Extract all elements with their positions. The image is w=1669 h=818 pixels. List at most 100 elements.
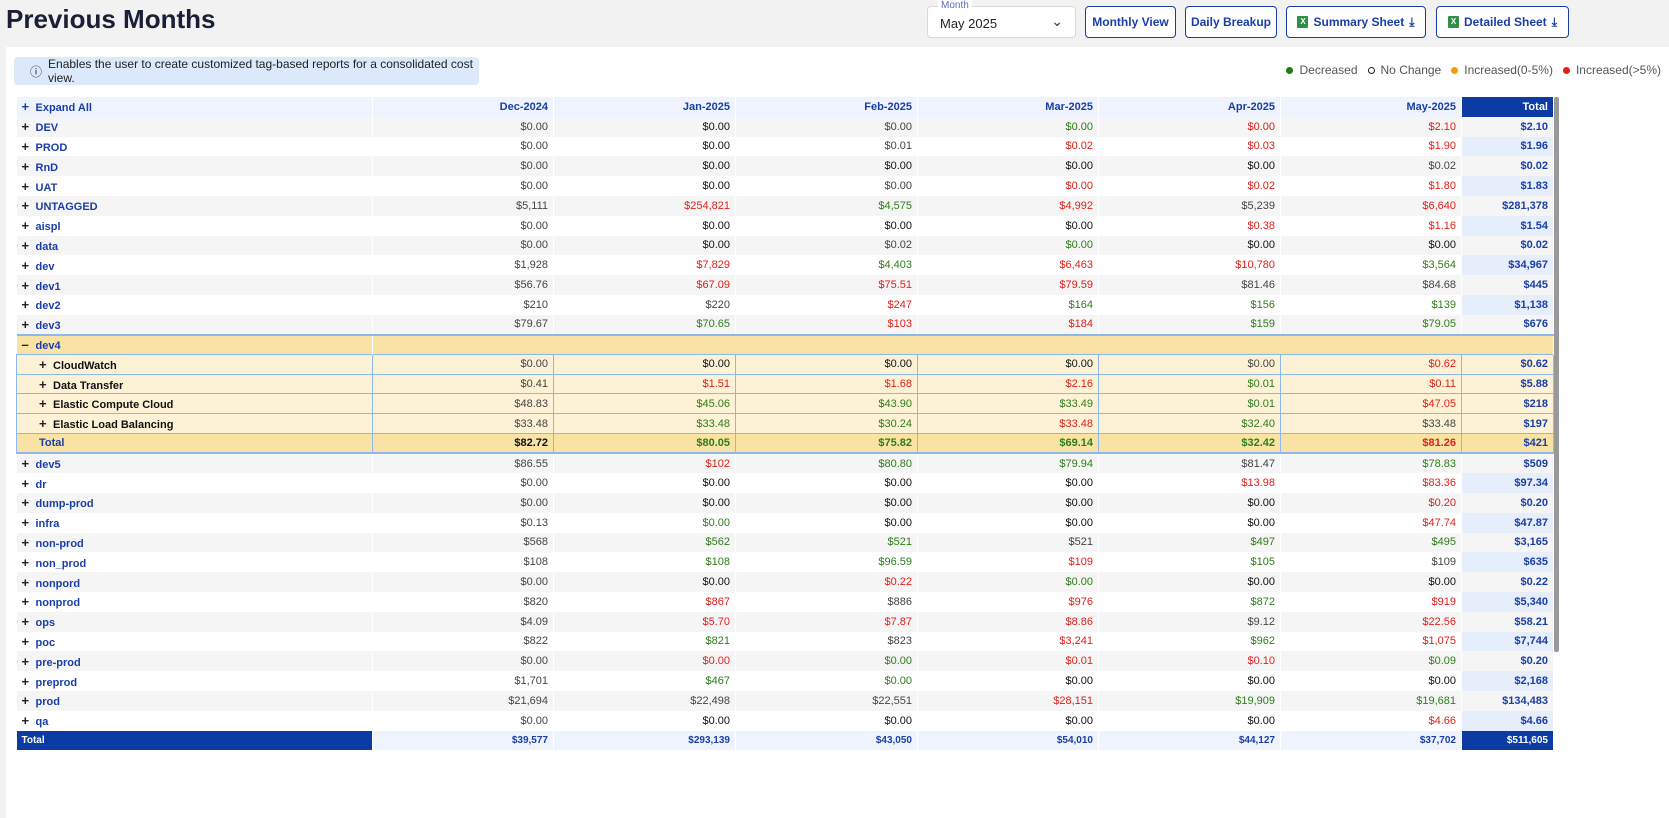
table-row[interactable]: + prod $21,694 $22,498 $22,551 $28,151 $19,909… [16,690,1554,711]
minus-icon[interactable]: – [22,337,36,352]
plus-icon[interactable]: + [22,674,36,689]
plus-icon[interactable]: + [39,416,53,431]
table-row[interactable]: + non-prod $568 $562 $521 $521 $497 $495 $3,165 [16,532,1554,553]
row-label[interactable]: + non-prod [16,532,373,553]
group-total-row[interactable]: Total $82.72 $80.05 $75.82 $69.14 $32.42 $81.2… [16,433,1554,455]
row-label[interactable]: + dev3 [16,314,373,335]
group-row[interactable]: – dev4 [16,333,1554,355]
plus-icon[interactable]: + [22,218,36,233]
row-label[interactable]: – dev4 [16,333,373,355]
plus-icon[interactable]: + [22,198,36,213]
column-header[interactable]: Dec-2024 [372,97,554,117]
plus-icon[interactable]: + [22,654,36,669]
table-row[interactable]: + nonpord $0.00 $0.00 $0.22 $0.00 $0.00 $0.00 $0… [16,572,1554,592]
plus-icon[interactable]: + [39,357,53,372]
footer-total-row[interactable]: Total $39,577 $293,139 $43,050 $54,010 $44,12… [16,730,1554,751]
table-row[interactable]: + UAT $0.00 $0.00 $0.00 $0.00 $0.02 $1.80 $1.83 [16,176,1554,196]
plus-icon[interactable]: + [22,258,36,273]
table-row[interactable]: + non_prod $108 $108 $96.59 $109 $105 $109 $635 [16,552,1554,573]
table-row[interactable]: + qa $0.00 $0.00 $0.00 $0.00 $0.00 $4.66 $4.66 [16,710,1554,731]
child-row[interactable]: + Data Transfer $0.41 $1.51 $1.68 $2.16 $0.01 $… [16,373,1554,395]
row-label[interactable]: + dr [16,473,373,493]
row-label[interactable]: + Data Transfer [16,373,373,395]
plus-icon[interactable]: + [39,396,53,411]
row-label[interactable]: + dump-prod [16,492,373,513]
plus-icon[interactable]: + [22,594,36,609]
plus-icon[interactable]: + [22,713,36,728]
row-label[interactable]: + non_prod [16,552,373,573]
column-header[interactable]: Feb-2025 [735,97,918,117]
scrollbar[interactable] [1554,97,1559,652]
table-row[interactable]: + data $0.00 $0.00 $0.02 $0.00 $0.00 $0.00 $0.02 [16,235,1554,256]
column-header[interactable]: May-2025 [1280,97,1462,117]
column-header[interactable]: Mar-2025 [917,97,1099,117]
row-label[interactable]: + CloudWatch [16,353,373,375]
summary-sheet-button[interactable]: X Summary Sheet ⤓ [1286,6,1426,38]
column-header-total[interactable]: Total [1461,97,1554,117]
row-label[interactable]: + dev2 [16,294,373,315]
table-row[interactable]: + preprod $1,701 $467 $0.00 $0.00 $0.00 $0.00 $2… [16,671,1554,691]
plus-icon[interactable]: + [22,297,36,312]
row-label[interactable]: + data [16,235,373,256]
row-label[interactable]: + UNTAGGED [16,195,373,216]
plus-icon[interactable]: + [22,575,36,590]
table-row[interactable]: + dev1 $56.76 $67.09 $75.51 $79.59 $81.46 $84.6… [16,275,1554,295]
table-row[interactable]: + dr $0.00 $0.00 $0.00 $0.00 $13.98 $83.36 $97.3… [16,473,1554,493]
row-label[interactable]: + Elastic Compute Cloud [16,393,373,415]
row-label[interactable]: Total [16,433,373,455]
table-row[interactable]: + infra $0.13 $0.00 $0.00 $0.00 $0.00 $47.74 $47… [16,512,1554,533]
table-row[interactable]: + DEV $0.00 $0.00 $0.00 $0.00 $0.00 $2.10 $2.10 [16,116,1554,137]
table-row[interactable]: + dev $1,928 $7,829 $4,403 $6,463 $10,780 $3,56… [16,255,1554,276]
row-label[interactable]: + RnD [16,156,373,177]
table-row[interactable]: + PROD $0.00 $0.00 $0.01 $0.02 $0.03 $1.90 $1.96 [16,136,1554,157]
row-label[interactable]: + prod [16,690,373,711]
plus-icon[interactable]: + [22,515,36,530]
row-label[interactable]: + qa [16,710,373,731]
plus-icon[interactable]: + [39,377,53,392]
row-label[interactable]: + aispl [16,215,373,236]
row-label[interactable]: + nonprod [16,591,373,612]
plus-icon[interactable]: + [22,317,36,332]
plus-icon[interactable]: + [22,535,36,550]
daily-breakup-button[interactable]: Daily Breakup [1185,6,1277,38]
row-label[interactable]: + dev [16,255,373,276]
row-label[interactable]: + poc [16,631,373,652]
plus-icon[interactable]: + [22,278,36,293]
table-row[interactable]: + dump-prod $0.00 $0.00 $0.00 $0.00 $0.00 $0.20… [16,492,1554,513]
row-label[interactable]: + PROD [16,136,373,157]
plus-icon[interactable]: + [22,634,36,649]
plus-icon[interactable]: + [22,179,36,194]
row-label[interactable]: + preprod [16,671,373,691]
plus-icon[interactable]: + [22,693,36,708]
column-header[interactable]: Apr-2025 [1098,97,1281,117]
row-label[interactable]: + infra [16,512,373,533]
row-label[interactable]: + ops [16,611,373,632]
table-row[interactable]: + dev3 $79.67 $70.65 $103 $184 $159 $79.05 $676 [16,314,1554,335]
row-label[interactable]: + UAT [16,176,373,196]
monthly-view-button[interactable]: Monthly View [1085,6,1176,38]
plus-icon[interactable]: + [22,476,36,491]
table-row[interactable]: + ops $4.09 $5.70 $7.87 $8.86 $9.12 $22.56 $58.2… [16,611,1554,632]
row-label[interactable]: + dev5 [16,453,373,474]
row-label[interactable]: + nonpord [16,572,373,592]
row-label[interactable]: + DEV [16,116,373,137]
table-row[interactable]: + pre-prod $0.00 $0.00 $0.00 $0.01 $0.10 $0.09 $… [16,651,1554,672]
table-row[interactable]: + aispl $0.00 $0.00 $0.00 $0.00 $0.38 $1.16 $1.5… [16,215,1554,236]
table-row[interactable]: + RnD $0.00 $0.00 $0.00 $0.00 $0.00 $0.02 $0.02 [16,156,1554,177]
plus-icon[interactable]: + [22,119,36,134]
column-header[interactable]: Jan-2025 [553,97,736,117]
plus-icon[interactable]: + [22,555,36,570]
child-row[interactable]: + CloudWatch $0.00 $0.00 $0.00 $0.00 $0.00 $0.6… [16,353,1554,375]
row-label[interactable]: + pre-prod [16,651,373,672]
table-row[interactable]: + dev2 $210 $220 $247 $164 $156 $139 $1,138 [16,294,1554,315]
month-select[interactable]: Month May 2025 ⌄ [927,0,1076,38]
detailed-sheet-button[interactable]: X Detailed Sheet ⤓ [1436,6,1569,38]
table-row[interactable]: + UNTAGGED $5,111 $254,821 $4,575 $4,992 $5,23… [16,195,1554,216]
plus-icon[interactable]: + [22,238,36,253]
plus-icon[interactable]: + [22,614,36,629]
row-label[interactable]: Total [16,730,373,751]
plus-icon[interactable]: + [22,456,36,471]
plus-icon[interactable]: + [22,159,36,174]
expand-all-button[interactable]: + Expand All [16,97,373,117]
table-row[interactable]: + poc $822 $821 $823 $3,241 $962 $1,075 $7,744 [16,631,1554,652]
